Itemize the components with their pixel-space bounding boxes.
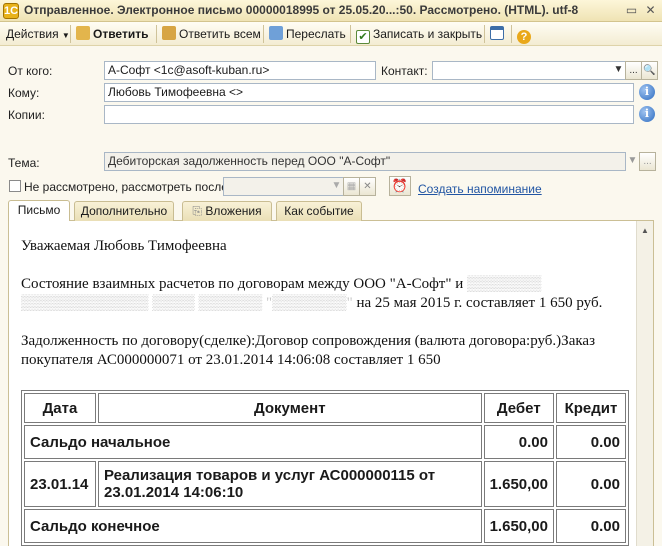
contact-field[interactable] [432, 61, 626, 80]
tab-attachments-label: Вложения [205, 204, 262, 218]
toolbar-separator [484, 25, 485, 43]
scroll-up-icon[interactable]: ▲ [639, 224, 651, 238]
help-icon: ? [517, 30, 531, 44]
row-document: Реализация товаров и услуг АС000000115 о… [97, 461, 482, 507]
subject-field[interactable]: Дебиторская задолженность перед ООО "А-С… [104, 152, 626, 171]
save-close-label: Записать и закрыть [373, 27, 483, 41]
reply-icon [76, 26, 90, 40]
window-title: Отправленное. Электронное письмо 0000001… [24, 3, 579, 17]
tab-as-event[interactable]: Как событие [276, 201, 362, 221]
row-label-closing-balance: Сальдо конечное [24, 509, 482, 543]
toolbar-separator [263, 25, 264, 43]
alarm-clock-icon[interactable]: ⏰ [389, 176, 411, 196]
clear-icon[interactable]: ✕ [359, 177, 376, 196]
table-row: Сальдо начальное 0.00 0.00 [24, 425, 626, 459]
row-credit: 0.00 [555, 425, 626, 459]
contact-select-button[interactable]: ... [625, 61, 642, 80]
table-icon [490, 26, 504, 40]
checkmark-icon: ✔ [356, 30, 370, 44]
to-info-icon[interactable]: i [639, 84, 655, 100]
toolbar-separator [350, 25, 351, 43]
help-button[interactable]: ? [517, 26, 534, 44]
column-header-credit: Кредит [555, 393, 626, 423]
vertical-scrollbar[interactable]: ▲ [636, 221, 653, 546]
subject-label: Тема: [8, 156, 40, 170]
app-icon: 1C [3, 3, 19, 19]
forward-label: Переслать [286, 27, 346, 41]
letter-paragraph-1-text: Состояние взаимных расчетов по договорам… [21, 276, 468, 292]
letter-paragraph-2: Задолженность по договору(сделке):Догово… [21, 333, 595, 368]
cc-label: Копии: [8, 108, 45, 122]
row-debit: 1.650,00 [483, 509, 554, 543]
save-close-button[interactable]: ✔ Записать и закрыть [356, 26, 483, 44]
table-view-button[interactable] [490, 26, 507, 42]
table-header-row: Дата Документ Дебет Кредит [24, 393, 626, 423]
to-field[interactable]: Любовь Тимофеевна <> [104, 83, 634, 102]
row-credit: 0.00 [555, 461, 626, 507]
letter-paragraph-1-tail: на 25 мая 2015 г. составляет 1 650 руб. [352, 295, 603, 311]
search-icon[interactable]: 🔍 [641, 61, 658, 80]
row-date: 23.01.14 [24, 461, 96, 507]
column-header-debit: Дебет [483, 393, 554, 423]
window-menu-icon[interactable]: ▭ [624, 3, 639, 18]
create-reminder-link[interactable]: Создать напоминание [418, 182, 542, 196]
from-label: От кого: [8, 64, 53, 78]
row-debit: 0.00 [483, 425, 554, 459]
subject-select-button[interactable]: ... [639, 152, 656, 171]
letter-content-area[interactable]: Уважаемая Любовь Тимофеевна Состояние вз… [8, 221, 654, 546]
close-icon[interactable]: ✕ [643, 3, 658, 18]
column-header-date: Дата [24, 393, 96, 423]
dropdown-arrow-icon: ▼ [61, 31, 70, 40]
window-titlebar: 1C Отправленное. Электронное письмо 0000… [0, 0, 662, 22]
cc-field[interactable] [104, 105, 634, 124]
to-label: Кому: [8, 86, 40, 100]
debt-table: Дата Документ Дебет Кредит Сальдо началь… [21, 390, 629, 546]
reply-button[interactable]: Ответить [76, 26, 148, 42]
reply-all-button[interactable]: Ответить всем [162, 26, 261, 42]
row-credit: 0.00 [555, 509, 626, 543]
letter-paragraph-1: Состояние взаимных расчетов по договорам… [21, 275, 633, 313]
toolbar-separator [156, 25, 157, 43]
contact-label: Контакт: [381, 64, 428, 78]
actions-menu-button[interactable]: Действия ▼ [6, 26, 70, 42]
cc-info-icon[interactable]: i [639, 106, 655, 122]
toolbar-separator [70, 25, 71, 43]
tab-attachments[interactable]: ⎘ Вложения [182, 201, 272, 221]
reply-all-label: Ответить всем [179, 27, 261, 41]
letter-greeting: Уважаемая Любовь Тимофеевна [21, 238, 227, 254]
row-debit: 1.650,00 [483, 461, 554, 507]
review-date-field[interactable] [223, 177, 345, 196]
forward-button[interactable]: Переслать [269, 26, 346, 42]
tab-additional[interactable]: Дополнительно [74, 201, 174, 221]
reply-all-icon [162, 26, 176, 40]
from-field[interactable]: А-Софт <1c@asoft-kuban.ru> [104, 61, 376, 80]
paperclip-icon: ⎘ [192, 204, 206, 218]
not-reviewed-checkbox[interactable] [9, 180, 21, 192]
row-label-opening-balance: Сальдо начальное [24, 425, 482, 459]
table-row: 23.01.14 Реализация товаров и услуг АС00… [24, 461, 626, 507]
toolbar-separator [511, 25, 512, 43]
actions-label: Действия [6, 27, 59, 41]
column-header-document: Документ [97, 393, 482, 423]
toolbar: Действия ▼ Ответить Ответить всем Пересл… [0, 22, 662, 46]
calendar-icon[interactable]: ▦ [343, 177, 360, 196]
forward-icon [269, 26, 283, 40]
not-reviewed-label: Не рассмотрено, рассмотреть после: [24, 180, 232, 194]
table-row: Сальдо конечное 1.650,00 0.00 [24, 509, 626, 543]
tab-letter[interactable]: Письмо [8, 200, 70, 221]
reply-label: Ответить [93, 27, 149, 41]
